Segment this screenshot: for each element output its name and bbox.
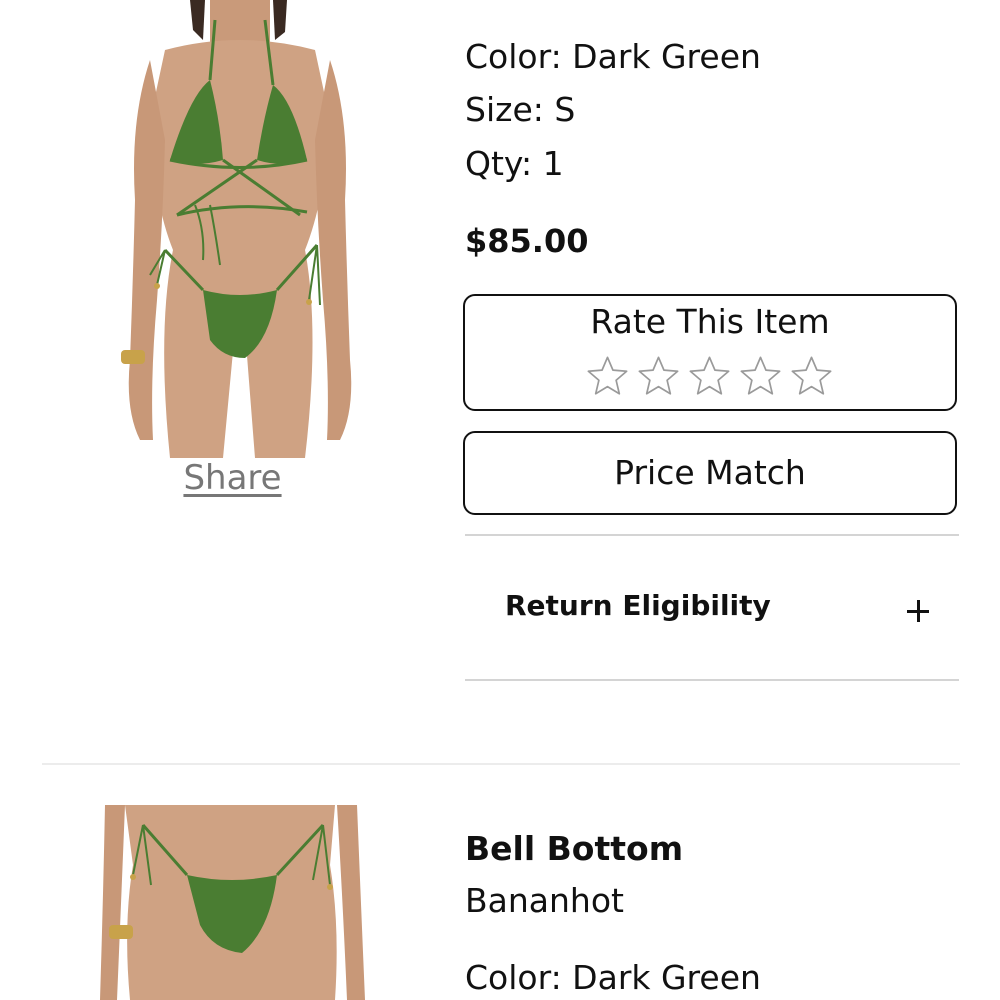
item-brand: Bananhot: [465, 881, 624, 920]
return-eligibility-label: Return Eligibility: [505, 589, 771, 622]
item-price: $85.00: [465, 222, 589, 260]
order-page: Share Color: Dark Green Size: S Qty: 1 $…: [0, 0, 1000, 1000]
price-match-button[interactable]: Price Match: [463, 431, 957, 515]
product-image-bell-bottom[interactable]: [95, 805, 370, 1000]
star-icon[interactable]: [687, 354, 732, 399]
product-image-bikini-set[interactable]: [95, 0, 370, 458]
star-icon[interactable]: [636, 354, 681, 399]
share-link[interactable]: Share: [150, 458, 315, 498]
star-icon[interactable]: [738, 354, 783, 399]
item-name[interactable]: Bell Bottom: [465, 828, 683, 870]
rate-item-box: Rate This Item: [463, 294, 957, 411]
item-size: Size: S: [465, 90, 576, 129]
item-color: Color: Dark Green: [465, 37, 761, 76]
divider: [465, 679, 959, 681]
star-icon[interactable]: [789, 354, 834, 399]
rate-item-title: Rate This Item: [590, 302, 830, 341]
item-color: Color: Dark Green: [465, 958, 761, 997]
star-icon[interactable]: [585, 354, 630, 399]
rating-stars: [585, 354, 834, 399]
divider: [465, 534, 959, 536]
item-separator: [42, 763, 960, 765]
plus-icon[interactable]: [907, 600, 929, 622]
return-eligibility-accordion[interactable]: Return Eligibility: [465, 560, 959, 655]
item-quantity: Qty: 1: [465, 144, 564, 183]
